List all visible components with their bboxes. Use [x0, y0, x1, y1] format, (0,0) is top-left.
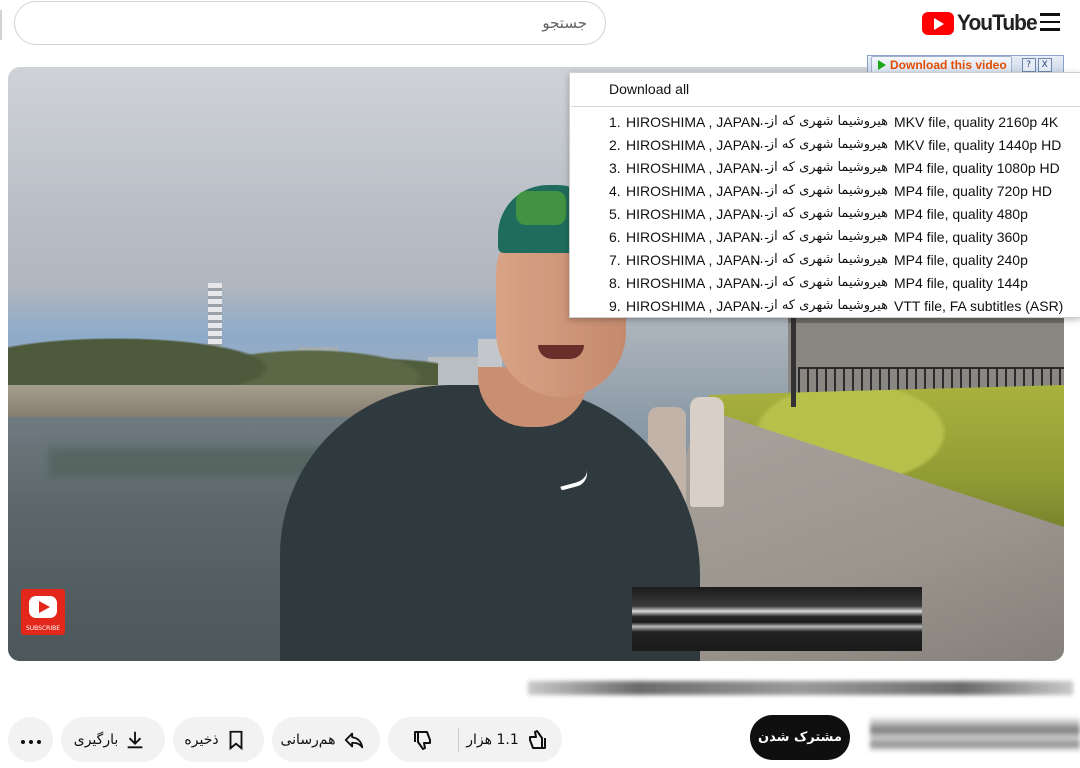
close-icon[interactable]: X [1037, 58, 1052, 72]
option-title-fa: هیروشیما شهری که از ... [751, 160, 888, 175]
download-all-item[interactable]: Download all [609, 81, 689, 97]
option-file-format: MP4 file, quality 720p HD [894, 183, 1052, 199]
subscribe-watermark-label: SUBSCRIBE [25, 625, 61, 632]
option-number: 7. [609, 252, 621, 268]
option-file-format: MP4 file, quality 144p [894, 275, 1028, 291]
option-title-en: HIROSHIMA , JAPAN - [626, 229, 769, 245]
option-file-format: MP4 file, quality 480p [894, 206, 1028, 222]
option-title-en: HIROSHIMA , JAPAN - [626, 206, 769, 222]
option-title-fa: هیروشیما شهری که از ... [751, 114, 888, 129]
option-file-format: MP4 file, quality 1080p HD [894, 160, 1060, 176]
subscribe-watermark-button[interactable]: SUBSCRIBE [21, 589, 65, 635]
thumbs-up-icon [528, 729, 546, 749]
download-button[interactable]: بارگیری [61, 717, 165, 762]
share-button[interactable]: هم‌رسانی [272, 717, 380, 762]
option-title-fa: هیروشیما شهری که از ... [751, 298, 888, 313]
download-option-item[interactable]: 2. HIROSHIMA , JAPAN - هیروشیما شهری که … [570, 137, 1080, 159]
option-title-fa: هیروشیما شهری که از ... [751, 137, 888, 152]
video-pedestrian [690, 397, 724, 507]
subscribe-button[interactable]: مشترک شدن [750, 715, 850, 760]
option-number: 2. [609, 137, 621, 153]
logo-text: YouTube [957, 10, 1038, 35]
download-options-menu: Download all 1. HIROSHIMA , JAPAN - هیرو… [569, 72, 1080, 318]
search-box[interactable] [14, 1, 606, 45]
option-title-fa: هیروشیما شهری که از ... [751, 275, 888, 290]
option-title-en: HIROSHIMA , JAPAN - [626, 275, 769, 291]
menu-divider [571, 106, 1080, 107]
blurred-overlay [632, 587, 922, 651]
more-actions-button[interactable] [8, 717, 53, 762]
download-this-video-label: Download this video [890, 58, 1007, 72]
option-title-fa: هیروشیما شهری که از ... [751, 183, 888, 198]
option-number: 5. [609, 206, 621, 222]
video-person-mouth [538, 345, 584, 359]
like-count: 1.1 هزار [466, 731, 519, 748]
download-option-item[interactable]: 3. HIROSHIMA , JAPAN - هیروشیما شهری که … [570, 160, 1080, 182]
search-input[interactable] [15, 2, 587, 44]
download-icon [127, 731, 143, 748]
option-file-format: VTT file, FA subtitles (ASR) [894, 298, 1064, 314]
option-file-format: MKV file, quality 1440p HD [894, 137, 1062, 153]
like-button[interactable]: 1.1 هزار [459, 717, 562, 762]
thumbs-down-icon [414, 730, 431, 750]
option-file-format: MP4 file, quality 360p [894, 229, 1028, 245]
option-file-format: MKV file, quality 2160p 4K [894, 114, 1059, 130]
more-horizontal-icon [19, 732, 43, 748]
bookmark-icon [229, 730, 243, 750]
blurred-video-title [528, 681, 1073, 695]
option-title-en: HIROSHIMA , JAPAN - [626, 183, 769, 199]
help-icon[interactable]: ? [1021, 58, 1036, 72]
option-title-en: HIROSHIMA , JAPAN - [626, 114, 769, 130]
download-option-item[interactable]: 4. HIROSHIMA , JAPAN - هیروشیما شهری که … [570, 183, 1080, 205]
video-lamp-pole [791, 317, 796, 407]
download-option-item[interactable]: 1. HIROSHIMA , JAPAN - هیروشیما شهری که … [570, 114, 1080, 136]
option-number: 8. [609, 275, 621, 291]
play-arrow-icon [878, 60, 886, 70]
save-label: ذخیره [184, 731, 219, 748]
left-edge-bar [0, 10, 2, 40]
youtube-play-icon [29, 596, 57, 618]
option-title-fa: هیروشیما شهری که از ... [751, 229, 888, 244]
download-option-item[interactable]: 6. HIROSHIMA , JAPAN - هیروشیما شهری که … [570, 229, 1080, 251]
option-number: 9. [609, 298, 621, 314]
option-title-en: HIROSHIMA , JAPAN - [626, 298, 769, 314]
blurred-channel-info [870, 716, 1080, 752]
option-title-en: HIROSHIMA , JAPAN - [626, 160, 769, 176]
share-arrow-icon [344, 732, 363, 748]
option-number: 3. [609, 160, 621, 176]
hamburger-menu-icon[interactable] [1040, 13, 1060, 31]
like-dislike-group: 1.1 هزار [388, 717, 562, 762]
download-option-item[interactable]: 8. HIROSHIMA , JAPAN - هیروشیما شهری که … [570, 275, 1080, 297]
dislike-button[interactable] [388, 717, 458, 762]
option-title-en: HIROSHIMA , JAPAN - [626, 252, 769, 268]
save-button[interactable]: ذخیره [173, 717, 264, 762]
option-title-en: HIROSHIMA , JAPAN - [626, 137, 769, 153]
share-label: هم‌رسانی [280, 731, 336, 748]
download-label: بارگیری [73, 731, 119, 748]
download-option-item[interactable]: 9. HIROSHIMA , JAPAN - هیروشیما شهری که … [570, 298, 1080, 320]
option-number: 4. [609, 183, 621, 199]
option-file-format: MP4 file, quality 240p [894, 252, 1028, 268]
option-title-fa: هیروشیما شهری که از ... [751, 252, 888, 267]
download-option-item[interactable]: 7. HIROSHIMA , JAPAN - هیروشیما شهری که … [570, 252, 1080, 274]
option-title-fa: هیروشیما شهری که از ... [751, 206, 888, 221]
option-number: 1. [609, 114, 621, 130]
video-trees [8, 305, 438, 395]
youtube-play-logo-icon [922, 11, 954, 35]
option-number: 6. [609, 229, 621, 245]
download-option-item[interactable]: 5. HIROSHIMA , JAPAN - هیروشیما شهری که … [570, 206, 1080, 228]
youtube-logo[interactable]: YouTube [922, 10, 1041, 36]
